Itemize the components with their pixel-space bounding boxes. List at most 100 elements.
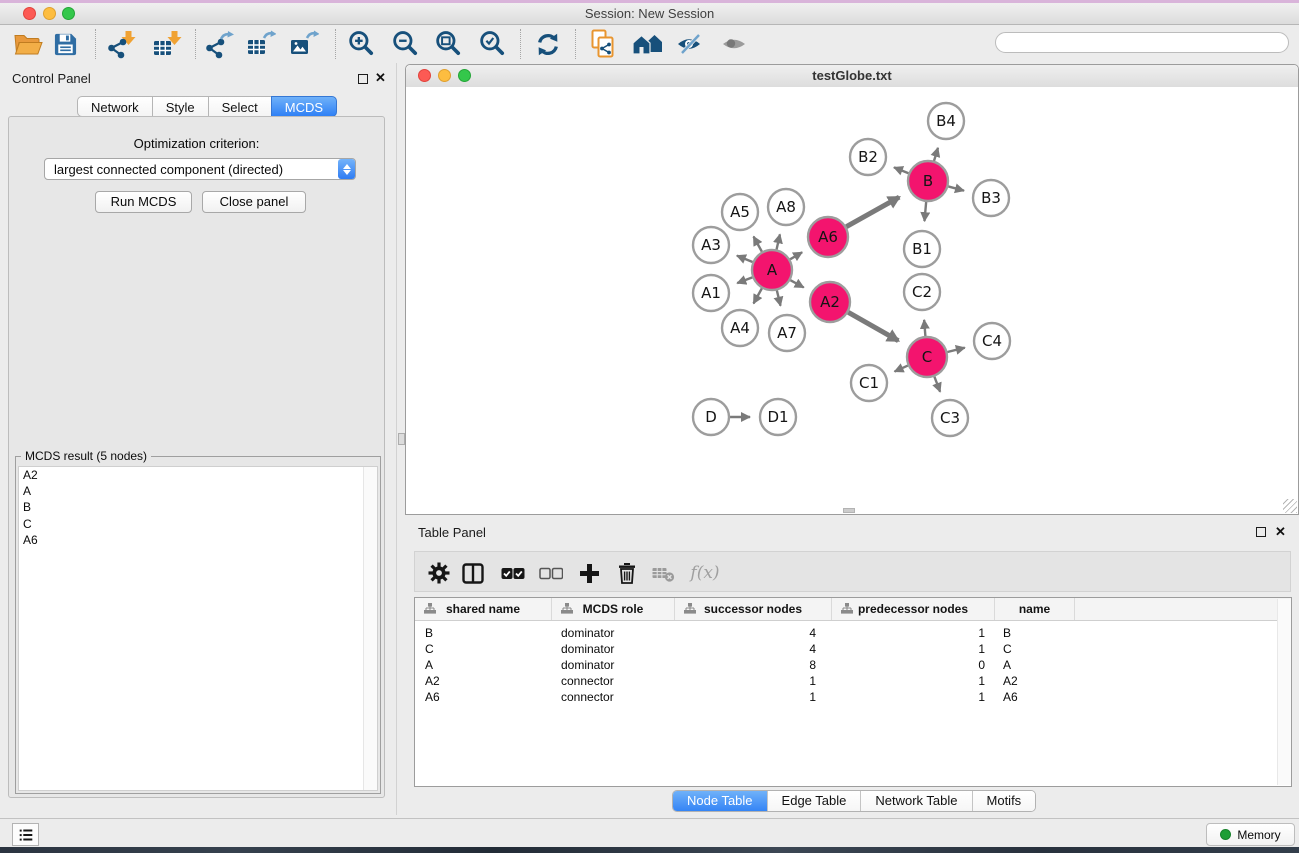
mcds-result-list[interactable]: A2ABCA6 bbox=[18, 466, 378, 791]
graph-edge-B-B1[interactable] bbox=[924, 202, 926, 221]
graph-edge-A-A1[interactable] bbox=[737, 277, 752, 283]
zoom-out-button[interactable] bbox=[388, 27, 422, 61]
table-row[interactable]: Adominator80A bbox=[415, 657, 1277, 673]
mcds-result-title: MCDS result (5 nodes) bbox=[21, 449, 151, 463]
graph-node-label: C4 bbox=[982, 332, 1002, 350]
open-session-button[interactable] bbox=[11, 27, 45, 61]
zoom-fit-button[interactable] bbox=[431, 27, 465, 61]
graph-edge-A-A6[interactable] bbox=[790, 252, 802, 259]
table-row[interactable]: Bdominator41B bbox=[415, 625, 1277, 641]
control-panel-float-button[interactable] bbox=[358, 74, 368, 84]
window-title: Session: New Session bbox=[0, 3, 1299, 24]
run-mcds-button[interactable]: Run MCDS bbox=[95, 191, 192, 213]
graph-edge-C-C4[interactable] bbox=[947, 348, 964, 352]
graph-edge-A-A8[interactable] bbox=[777, 234, 780, 249]
graph-edge-A6-B[interactable] bbox=[846, 197, 899, 227]
graph-node-label: A1 bbox=[701, 284, 721, 302]
search-input[interactable] bbox=[995, 32, 1289, 53]
table-cell: 1 bbox=[832, 674, 995, 688]
deselect-all-columns-button[interactable] bbox=[537, 559, 565, 587]
zoom-in-button[interactable] bbox=[344, 27, 378, 61]
split-panel-button[interactable] bbox=[459, 559, 487, 587]
tab-network-table[interactable]: Network Table bbox=[860, 791, 971, 812]
table-panel-float-button[interactable] bbox=[1256, 527, 1266, 537]
mcds-result-item[interactable]: C bbox=[19, 516, 377, 532]
function-builder-button[interactable]: f(x) bbox=[685, 559, 725, 587]
zoom-selected-button[interactable] bbox=[475, 27, 509, 61]
table-settings-button[interactable] bbox=[425, 559, 453, 587]
network-canvas[interactable]: B4B2BB3A5A8A6A3B1AA1C2A2A4A7C4CC1C3DD1 bbox=[406, 87, 1298, 514]
column-header-predecessor-nodes[interactable]: predecessor nodes bbox=[832, 598, 995, 620]
column-header-mcds-role[interactable]: MCDS role bbox=[552, 598, 675, 620]
graph-edge-C-C1[interactable] bbox=[895, 366, 908, 372]
mcds-result-item[interactable]: A bbox=[19, 483, 377, 499]
graph-edge-C-C2[interactable] bbox=[924, 320, 925, 336]
mcds-result-item[interactable]: A6 bbox=[19, 532, 377, 548]
show-task-history-button[interactable] bbox=[12, 823, 39, 846]
resize-grip[interactable] bbox=[1283, 499, 1297, 513]
table-cell: A6 bbox=[995, 690, 1075, 704]
delete-column-button[interactable] bbox=[613, 559, 641, 587]
select-all-columns-button[interactable] bbox=[499, 559, 527, 587]
graph-edge-B-B4[interactable] bbox=[934, 148, 938, 161]
graph-edge-A-A7[interactable] bbox=[777, 290, 781, 305]
export-table-button[interactable] bbox=[244, 27, 278, 61]
graph-node-label: C2 bbox=[912, 283, 932, 301]
graph-edge-A-A5[interactable] bbox=[754, 237, 762, 252]
tab-mcds[interactable]: MCDS bbox=[271, 96, 337, 117]
mcds-result-item[interactable]: B bbox=[19, 499, 377, 515]
export-network-button[interactable] bbox=[202, 27, 236, 61]
column-header-name[interactable]: name bbox=[995, 598, 1075, 620]
table-scrollbar-track[interactable] bbox=[1277, 599, 1291, 785]
import-table-button[interactable] bbox=[150, 27, 184, 61]
add-column-button[interactable] bbox=[575, 559, 603, 587]
panel-divider-handle[interactable] bbox=[398, 433, 405, 445]
table-row[interactable]: Cdominator41C bbox=[415, 641, 1277, 657]
import-network-button[interactable] bbox=[104, 27, 138, 61]
tab-select[interactable]: Select bbox=[208, 96, 272, 117]
tab-style[interactable]: Style bbox=[152, 96, 209, 117]
table-row[interactable]: A6connector11A6 bbox=[415, 689, 1277, 705]
delete-table-button[interactable] bbox=[649, 559, 677, 587]
memory-button[interactable]: Memory bbox=[1206, 823, 1295, 846]
network-window-titlebar[interactable]: testGlobe.txt bbox=[406, 65, 1298, 88]
mcds-result-item[interactable]: A2 bbox=[19, 467, 377, 483]
graph-edge-B-B3[interactable] bbox=[948, 186, 964, 190]
column-header-successor-nodes[interactable]: successor nodes bbox=[675, 598, 832, 620]
hide-selected-button[interactable] bbox=[673, 27, 707, 61]
export-image-button[interactable] bbox=[287, 27, 321, 61]
first-neighbors-button[interactable] bbox=[631, 27, 665, 61]
control-panel-title: Control Panel bbox=[12, 71, 91, 86]
graph-edge-C-C3[interactable] bbox=[934, 377, 940, 392]
graph-edge-A-A3[interactable] bbox=[737, 256, 753, 262]
tab-motifs[interactable]: Motifs bbox=[972, 791, 1036, 812]
scrollbar-track[interactable] bbox=[363, 467, 377, 790]
network-graph[interactable]: B4B2BB3A5A8A6A3B1AA1C2A2A4A7C4CC1C3DD1 bbox=[406, 87, 1298, 514]
apply-layout-button[interactable] bbox=[531, 27, 565, 61]
graph-edge-A2-C[interactable] bbox=[848, 312, 898, 340]
table-cell: A6 bbox=[415, 690, 552, 704]
new-network-from-selection-button[interactable] bbox=[586, 27, 620, 61]
panel-divider[interactable] bbox=[396, 63, 397, 815]
tab-network[interactable]: Network bbox=[77, 96, 153, 117]
close-panel-button[interactable]: Close panel bbox=[202, 191, 306, 213]
screen: Session: New Session bbox=[0, 0, 1299, 853]
table-row[interactable]: A2connector11A2 bbox=[415, 673, 1277, 689]
toolbar-separator bbox=[575, 29, 576, 59]
column-label: successor nodes bbox=[704, 602, 802, 616]
tab-edge-table[interactable]: Edge Table bbox=[767, 791, 861, 812]
canvas-hscroll-thumb[interactable] bbox=[843, 508, 855, 513]
column-label: name bbox=[1019, 602, 1050, 616]
graph-edge-A-A2[interactable] bbox=[790, 280, 803, 287]
column-header-shared-name[interactable]: shared name bbox=[415, 598, 552, 620]
graph-edge-A-A4[interactable] bbox=[754, 288, 762, 303]
control-panel-close-button[interactable]: ✕ bbox=[375, 72, 386, 84]
graph-edge-B-B2[interactable] bbox=[894, 167, 909, 173]
optimization-criterion-select[interactable]: largest connected component (directed) bbox=[44, 158, 356, 180]
table-panel-close-button[interactable]: ✕ bbox=[1275, 526, 1286, 538]
tab-node-table[interactable]: Node Table bbox=[673, 791, 767, 812]
graph-node-label: C1 bbox=[859, 374, 879, 392]
show-all-button[interactable] bbox=[718, 27, 752, 61]
save-session-button[interactable] bbox=[48, 27, 82, 61]
table-cell: A2 bbox=[415, 674, 552, 688]
